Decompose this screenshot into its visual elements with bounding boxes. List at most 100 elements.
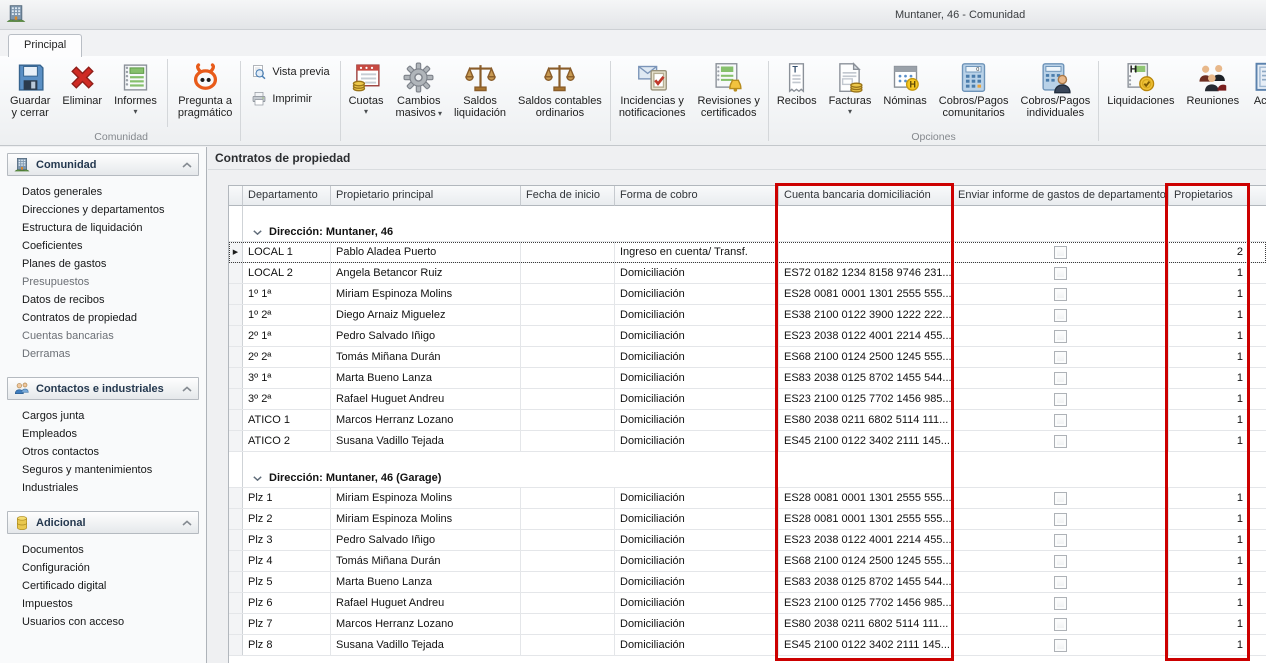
calc-icon: 0 bbox=[957, 61, 990, 94]
ribbon-button-cobros-pagos-comunitarios[interactable]: 0Cobros/Pagoscomunitarios bbox=[933, 58, 1015, 119]
chevron-up-icon[interactable] bbox=[182, 162, 192, 168]
checkbox-enviar-informe[interactable] bbox=[1054, 393, 1067, 406]
sidebar-item-cargos-junta[interactable]: Cargos junta bbox=[0, 407, 206, 425]
ribbon-button-actas[interactable]: Actas bbox=[1245, 58, 1266, 107]
cell-forma-de-cobro: Domiciliación bbox=[615, 635, 779, 655]
ribbon-button-revisiones-y-certificados[interactable]: Revisiones ycertificados bbox=[691, 58, 765, 119]
column-header-enviar-informe-de-gastos-de-departamento[interactable]: Enviar informe de gastos de departamento bbox=[953, 186, 1169, 206]
ribbon-button-saldos-contables-ordinarios[interactable]: Saldos contablesordinarios bbox=[512, 58, 608, 119]
app-window: Muntaner, 46 - Comunidad Principal Guard… bbox=[0, 0, 1266, 663]
ribbon-button-eliminar[interactable]: Eliminar bbox=[56, 58, 108, 107]
table-row[interactable]: 2º 2ªTomás Miñana DuránDomiciliaciónES68… bbox=[229, 347, 1266, 368]
sidebar-section-contactos-e-industriales[interactable]: Contactos e industriales bbox=[7, 377, 199, 400]
sidebar-item-direcciones-y-departamentos[interactable]: Direcciones y departamentos bbox=[0, 201, 206, 219]
sidebar-item-certificado-digital[interactable]: Certificado digital bbox=[0, 577, 206, 595]
table-row[interactable]: 3º 2ªRafael Huguet AndreuDomiciliaciónES… bbox=[229, 389, 1266, 410]
checkbox-enviar-informe[interactable] bbox=[1054, 246, 1067, 259]
checkbox-enviar-informe[interactable] bbox=[1054, 597, 1067, 610]
sidebar-item-industriales[interactable]: Industriales bbox=[0, 479, 206, 497]
table-row[interactable]: Plz 3Pedro Salvado IñigoDomiciliaciónES2… bbox=[229, 530, 1266, 551]
checkbox-enviar-informe[interactable] bbox=[1054, 639, 1067, 652]
ribbon-button-cambios-masivos[interactable]: Cambiosmasivos ▾ bbox=[389, 58, 448, 119]
column-header-forma-de-cobro[interactable]: Forma de cobro bbox=[615, 186, 779, 206]
sidebar-section-comunidad[interactable]: Comunidad bbox=[7, 153, 199, 176]
ribbon-button-pregunta-a-pragm-tico[interactable]: Pregunta apragmático bbox=[172, 58, 238, 119]
checkbox-enviar-informe[interactable] bbox=[1054, 492, 1067, 505]
checkbox-enviar-informe[interactable] bbox=[1054, 555, 1067, 568]
sidebar-item-planes-de-gastos[interactable]: Planes de gastos bbox=[0, 255, 206, 273]
sidebar-item-configuraci-n[interactable]: Configuración bbox=[0, 559, 206, 577]
table-row[interactable]: Plz 7Marcos Herranz LozanoDomiciliaciónE… bbox=[229, 614, 1266, 635]
checkbox-enviar-informe[interactable] bbox=[1054, 414, 1067, 427]
chevron-down-icon[interactable] bbox=[253, 472, 262, 484]
table-row[interactable]: Plz 2Miriam Espinoza MolinsDomiciliación… bbox=[229, 509, 1266, 530]
column-header-cuenta-bancaria-domiciliaci-n[interactable]: Cuenta bancaria domiciliación bbox=[779, 186, 953, 206]
column-header-departamento[interactable]: Departamento bbox=[243, 186, 331, 206]
sidebar-item-datos-de-recibos[interactable]: Datos de recibos bbox=[0, 291, 206, 309]
sidebar-item-documentos[interactable]: Documentos bbox=[0, 541, 206, 559]
sidebar-item-coeficientes[interactable]: Coeficientes bbox=[0, 237, 206, 255]
ribbon-button-guardar-y-cerrar[interactable]: Guardary cerrar bbox=[4, 58, 56, 119]
column-header-propietario-principal[interactable]: Propietario principal bbox=[331, 186, 521, 206]
table-row[interactable]: ATICO 1Marcos Herranz LozanoDomiciliació… bbox=[229, 410, 1266, 431]
cell-cuenta-bancaria: ES38 2100 0122 3900 1222 222... bbox=[779, 305, 953, 325]
checkbox-enviar-informe[interactable] bbox=[1054, 513, 1067, 526]
ribbon-button-facturas[interactable]: Facturas▾ bbox=[823, 58, 878, 116]
sidebar-item-cuentas-bancarias[interactable]: Cuentas bancarias bbox=[0, 327, 206, 345]
sidebar-item-derramas[interactable]: Derramas bbox=[0, 345, 206, 363]
sidebar-item-seguros-y-mantenimientos[interactable]: Seguros y mantenimientos bbox=[0, 461, 206, 479]
table-row[interactable]: Plz 1Miriam Espinoza MolinsDomiciliación… bbox=[229, 488, 1266, 509]
ribbon-button-liquidaciones[interactable]: HLiquidaciones bbox=[1101, 58, 1180, 107]
ribbon-button-imprimir[interactable]: Imprimir bbox=[251, 91, 312, 107]
checkbox-enviar-informe[interactable] bbox=[1054, 351, 1067, 364]
ribbon-button-recibos[interactable]: TRecibos bbox=[771, 58, 823, 107]
table-row[interactable]: Plz 8Susana Vadillo TejadaDomiciliaciónE… bbox=[229, 635, 1266, 656]
table-row[interactable]: ▶LOCAL 1Pablo Aladea PuertoIngreso en cu… bbox=[229, 242, 1266, 263]
table-row[interactable]: 3º 1ªMarta Bueno LanzaDomiciliaciónES83 … bbox=[229, 368, 1266, 389]
sidebar-section-adicional[interactable]: Adicional bbox=[7, 511, 199, 534]
column-header-propietarios[interactable]: Propietarios bbox=[1169, 186, 1249, 206]
checkbox-enviar-informe[interactable] bbox=[1054, 267, 1067, 280]
checkbox-enviar-informe[interactable] bbox=[1054, 576, 1067, 589]
sidebar-item-empleados[interactable]: Empleados bbox=[0, 425, 206, 443]
ribbon-button-saldos-liquidaci-n[interactable]: Saldosliquidación bbox=[448, 58, 512, 119]
checkbox-enviar-informe[interactable] bbox=[1054, 372, 1067, 385]
ribbon-button-cobros-pagos-individuales[interactable]: Cobros/Pagosindividuales bbox=[1015, 58, 1097, 119]
ribbon-button-n-minas[interactable]: HNóminas bbox=[877, 58, 932, 107]
tab-principal[interactable]: Principal bbox=[8, 34, 82, 57]
cell-cuenta-bancaria: ES80 2038 0211 6802 5114 111... bbox=[779, 410, 953, 430]
group-row-direcci-n-muntaner-46[interactable]: Dirección: Muntaner, 46 bbox=[229, 223, 1266, 242]
checkbox-enviar-informe[interactable] bbox=[1054, 618, 1067, 631]
table-row[interactable]: 1º 2ªDiego Arnaiz MiguelezDomiciliaciónE… bbox=[229, 305, 1266, 326]
ribbon-button-cuotas[interactable]: Cuotas▾ bbox=[343, 58, 390, 116]
chevron-down-icon[interactable] bbox=[253, 226, 262, 238]
checkbox-enviar-informe[interactable] bbox=[1054, 435, 1067, 448]
table-row[interactable]: Plz 6Rafael Huguet AndreuDomiciliaciónES… bbox=[229, 593, 1266, 614]
checkbox-enviar-informe[interactable] bbox=[1054, 309, 1067, 322]
sidebar-item-contratos-de-propiedad[interactable]: Contratos de propiedad bbox=[0, 309, 206, 327]
checkbox-enviar-informe[interactable] bbox=[1054, 534, 1067, 547]
ribbon-button-incidencias-y-notificaciones[interactable]: Incidencias ynotificaciones bbox=[613, 58, 692, 119]
checkbox-enviar-informe[interactable] bbox=[1054, 288, 1067, 301]
sidebar-item-impuestos[interactable]: Impuestos bbox=[0, 595, 206, 613]
sidebar-item-otros-contactos[interactable]: Otros contactos bbox=[0, 443, 206, 461]
table-row[interactable]: ATICO 2Susana Vadillo TejadaDomiciliació… bbox=[229, 431, 1266, 452]
cell-fecha-de-inicio bbox=[521, 593, 615, 613]
chevron-up-icon[interactable] bbox=[182, 386, 192, 392]
column-header-fecha-de-inicio[interactable]: Fecha de inicio bbox=[521, 186, 615, 206]
table-row[interactable]: 1º 1ªMiriam Espinoza MolinsDomiciliación… bbox=[229, 284, 1266, 305]
chevron-up-icon[interactable] bbox=[182, 520, 192, 526]
sidebar-item-usuarios-con-acceso[interactable]: Usuarios con acceso bbox=[0, 613, 206, 631]
ribbon-button-reuniones[interactable]: Reuniones bbox=[1181, 58, 1246, 107]
checkbox-enviar-informe[interactable] bbox=[1054, 330, 1067, 343]
table-row[interactable]: 2º 1ªPedro Salvado IñigoDomiciliaciónES2… bbox=[229, 326, 1266, 347]
table-row[interactable]: Plz 4Tomás Miñana DuránDomiciliaciónES68… bbox=[229, 551, 1266, 572]
table-row[interactable]: Plz 5Marta Bueno LanzaDomiciliaciónES83 … bbox=[229, 572, 1266, 593]
sidebar-item-datos-generales[interactable]: Datos generales bbox=[0, 183, 206, 201]
group-row-direcci-n-muntaner-46-garage[interactable]: Dirección: Muntaner, 46 (Garage) bbox=[229, 469, 1266, 488]
ribbon-button-vista-previa[interactable]: Vista previa bbox=[251, 64, 329, 80]
sidebar-item-presupuestos[interactable]: Presupuestos bbox=[0, 273, 206, 291]
sidebar-item-estructura-de-liquidaci-n[interactable]: Estructura de liquidación bbox=[0, 219, 206, 237]
ribbon-button-informes[interactable]: Informes▾ bbox=[108, 58, 163, 116]
table-row[interactable]: LOCAL 2Angela Betancor RuizDomiciliación… bbox=[229, 263, 1266, 284]
